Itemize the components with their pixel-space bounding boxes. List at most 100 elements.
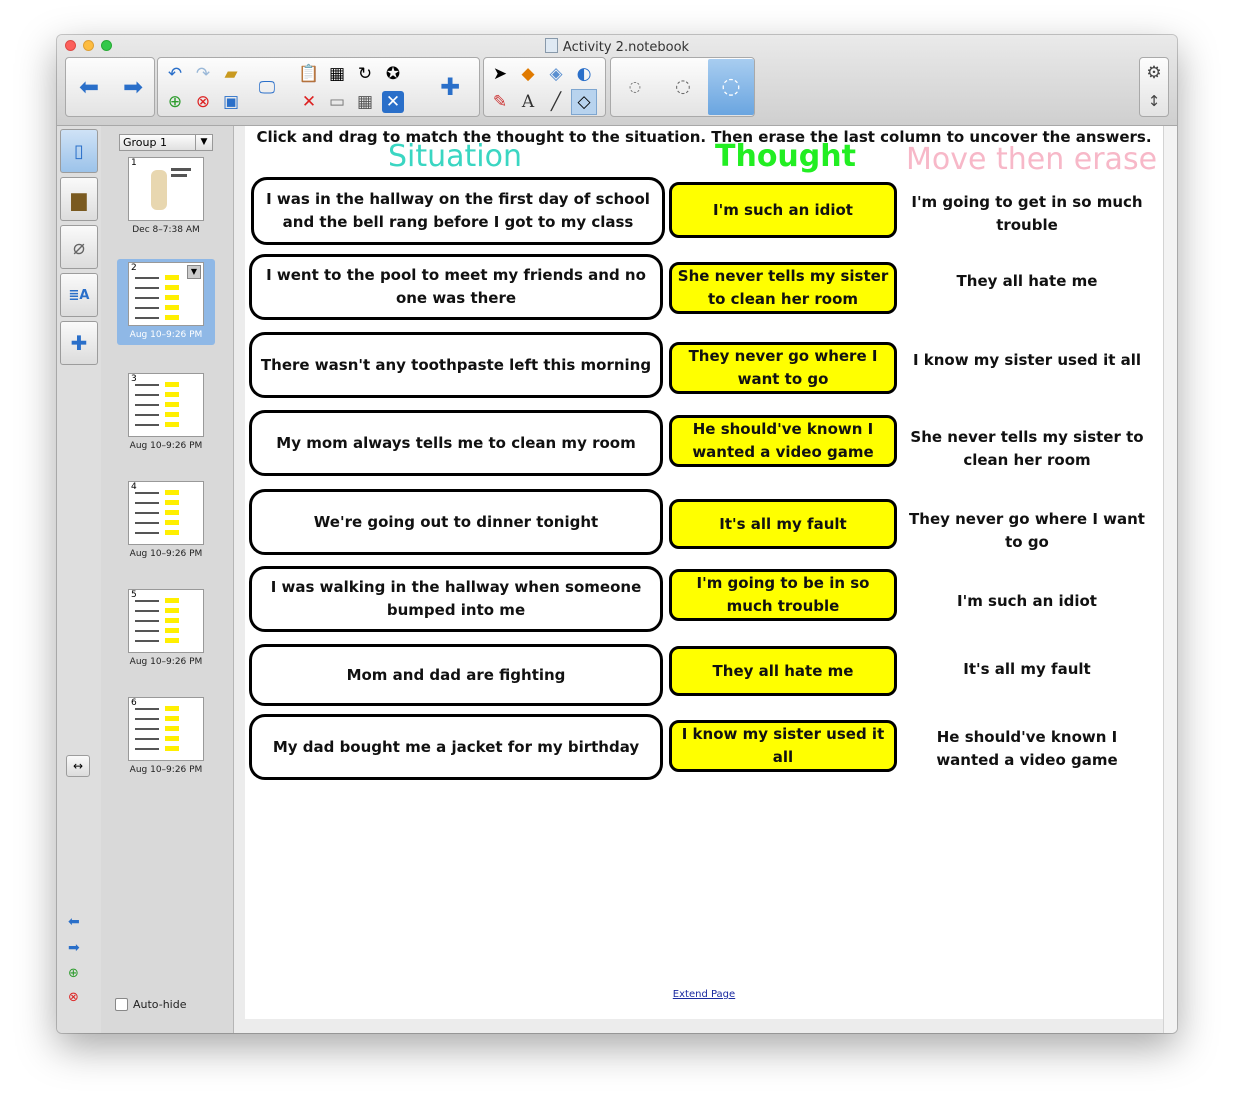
add-page-button[interactable]: ⊕ <box>162 89 188 115</box>
insert-table-button[interactable]: ▦ <box>352 89 378 115</box>
delete-page-button[interactable]: ⊗ <box>190 89 216 115</box>
tab-gallery[interactable]: ▆ <box>60 177 98 221</box>
gear-icon: ⚙ <box>1146 62 1162 83</box>
eraser-large-button[interactable]: ◌ <box>708 59 754 115</box>
fill-bucket-icon: ◐ <box>576 63 592 84</box>
fill-tool-button[interactable]: ◐ <box>571 61 597 87</box>
answer-text[interactable]: He should've known I wanted a video game <box>907 726 1147 772</box>
next-page-button[interactable]: ➡ <box>111 59 155 115</box>
save-icon: ▣ <box>222 91 240 112</box>
auto-hide-option[interactable]: Auto-hide <box>115 998 187 1011</box>
delete-x-icon: ✕ <box>301 91 317 112</box>
answer-text[interactable]: They all hate me <box>907 270 1147 293</box>
previous-page-small-button[interactable]: ⬅ <box>68 914 80 930</box>
swap-side-button[interactable]: ↔ <box>66 755 90 777</box>
eraser-icon: ◇ <box>577 91 591 112</box>
open-file-button[interactable]: ▰ <box>218 61 244 87</box>
pens-tool-button[interactable]: ✎ <box>487 89 513 115</box>
exit-fullscreen-button[interactable]: ✕ <box>382 91 404 113</box>
toolbar-eraser-size-group: ◌ ◌ ◌ <box>610 57 755 117</box>
shapes-tool-button[interactable]: ◆ <box>515 61 541 87</box>
thought-card[interactable]: I'm such an idiot <box>669 182 897 238</box>
settings-button[interactable]: ⚙ <box>1141 60 1167 86</box>
eraser-medium-button[interactable]: ◌ <box>660 59 706 115</box>
save-button[interactable]: ▣ <box>218 89 244 115</box>
group-select[interactable]: Group 1 ▼ <box>119 134 213 151</box>
page-thumbnail[interactable]: 5 Aug 10–9:26 PM <box>121 586 211 667</box>
display-screen-button[interactable]: 🖵 <box>250 74 284 102</box>
answer-text[interactable]: It's all my fault <box>907 658 1147 681</box>
tab-attachments[interactable]: ⌀ <box>60 225 98 269</box>
thought-card[interactable]: She never tells my sister to clean her r… <box>669 262 897 314</box>
situation-card[interactable]: I was in the hallway on the first day of… <box>251 177 665 245</box>
lines-tool-button[interactable]: ╱ <box>543 89 569 115</box>
situation-card[interactable]: I was walking in the hallway when someon… <box>249 566 663 632</box>
text-tool-button[interactable]: A <box>515 89 541 115</box>
text-a-icon: A <box>521 91 535 112</box>
tab-properties[interactable]: ≣A <box>60 273 98 317</box>
eraser-small-button[interactable]: ◌ <box>612 59 658 115</box>
page-thumbnail[interactable]: 4 Aug 10–9:26 PM <box>121 478 211 559</box>
document-camera-button[interactable]: ↻ <box>352 61 378 87</box>
situation-card[interactable]: There wasn't any toothpaste left this mo… <box>249 332 663 398</box>
puzzle-piece-icon: ✚ <box>70 331 88 355</box>
chevron-down-icon[interactable]: ▼ <box>187 265 201 279</box>
extend-page-link[interactable]: Extend Page <box>245 989 1163 1000</box>
page-thumbnail-selected[interactable]: 2 ▼ Aug 10–9:26 PM <box>117 259 215 345</box>
page-thumbnail[interactable]: 3 Aug 10–9:26 PM <box>121 370 211 451</box>
answer-text[interactable]: I know my sister used it all <box>907 349 1147 372</box>
situation-card[interactable]: Mom and dad are fighting <box>249 644 663 706</box>
toolbar-settings-group: ⚙ ↕ <box>1139 57 1169 117</box>
move-toolbar-button[interactable]: ↕ <box>1141 88 1167 114</box>
screen-shade-button[interactable]: ▭ <box>324 89 350 115</box>
page-thumbnail[interactable]: 1 Dec 8–7:38 AM <box>121 154 211 235</box>
answer-text[interactable]: I'm such an idiot <box>907 590 1147 613</box>
redo-button[interactable]: ↷ <box>190 61 216 87</box>
toolbar-edit-group: ↶ ↷ ▰ ⊕ ⊗ ▣ 🖵 📋 ▦ ↻ ✪ ✕ ▭ ▦ ✕ ✚ <box>157 57 480 117</box>
situation-card[interactable]: My mom always tells me to clean my room <box>249 410 663 476</box>
eraser-selected-button[interactable]: ◇ <box>571 89 597 115</box>
thought-card[interactable]: He should've known I wanted a video game <box>669 415 897 467</box>
pens-icon: ✎ <box>492 91 508 112</box>
measurement-tools-button[interactable]: ✪ <box>380 61 406 87</box>
thought-card[interactable]: They all hate me <box>669 646 897 696</box>
answer-text[interactable]: They never go where I want to go <box>907 508 1147 554</box>
delete-page-icon: ⊗ <box>195 91 211 112</box>
left-right-arrows-icon: ↔ <box>72 759 84 773</box>
eraser-tool-button[interactable]: ◈ <box>543 61 569 87</box>
situation-card[interactable]: My dad bought me a jacket for my birthda… <box>249 714 663 780</box>
thought-card[interactable]: They never go where I want to go <box>669 342 897 394</box>
add-page-small-button[interactable]: ⊕ <box>68 966 79 981</box>
page-canvas[interactable]: Click and drag to match the thought to t… <box>245 126 1163 1019</box>
page-thumbnail[interactable]: 6 Aug 10–9:26 PM <box>121 694 211 775</box>
arrow-right-icon: ➡ <box>68 940 80 956</box>
monitor-icon: 🖵 <box>258 77 276 98</box>
tab-addons[interactable]: ✚ <box>60 321 98 365</box>
thought-card[interactable]: It's all my fault <box>669 499 897 549</box>
situation-card[interactable]: We're going out to dinner tonight <box>249 489 663 555</box>
select-tool-button[interactable]: ➤ <box>487 61 513 87</box>
previous-page-button[interactable]: ⬅ <box>67 59 111 115</box>
answer-text[interactable]: She never tells my sister to clean her r… <box>907 426 1147 472</box>
thought-card[interactable]: I know my sister used it all <box>669 720 897 772</box>
answer-text[interactable]: I'm going to get in so much trouble <box>907 191 1147 237</box>
tab-page-sorter[interactable]: ▯ <box>60 129 98 173</box>
screen-capture-button[interactable]: ▦ <box>324 61 350 87</box>
screen-shade-icon: ▭ <box>328 91 346 112</box>
paste-button[interactable]: 📋 <box>296 61 322 87</box>
delete-page-small-button[interactable]: ⊗ <box>68 990 79 1005</box>
vertical-scrollbar[interactable] <box>1163 126 1177 1033</box>
situation-card[interactable]: I went to the pool to meet my friends an… <box>249 254 663 320</box>
up-down-arrows-icon: ↕ <box>1147 91 1161 110</box>
shapes-icon: ◆ <box>521 63 535 84</box>
close-box-icon: ✕ <box>385 91 401 112</box>
title-bar: Activity 2.notebook ⬅ ➡ ↶ ↷ ▰ ⊕ ⊗ ▣ 🖵 📋 … <box>57 35 1177 126</box>
next-page-small-button[interactable]: ➡ <box>68 940 80 956</box>
notebook-window: Activity 2.notebook ⬅ ➡ ↶ ↷ ▰ ⊕ ⊗ ▣ 🖵 📋 … <box>57 35 1177 1033</box>
auto-hide-checkbox[interactable] <box>115 998 128 1011</box>
thought-card[interactable]: I'm going to be in so much trouble <box>669 569 897 621</box>
delete-button[interactable]: ✕ <box>296 89 322 115</box>
undo-button[interactable]: ↶ <box>162 61 188 87</box>
addons-button[interactable]: ✚ <box>428 59 472 115</box>
gallery-picture-icon: ▆ <box>71 187 87 211</box>
